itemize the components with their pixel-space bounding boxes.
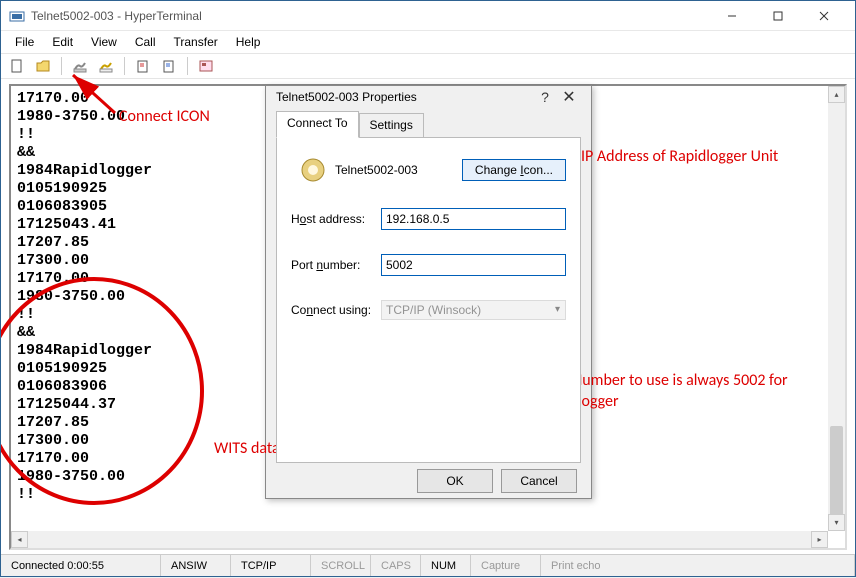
window-controls (709, 2, 847, 30)
maximize-button[interactable] (755, 2, 801, 30)
properties-icon[interactable] (196, 56, 216, 76)
app-icon (9, 8, 25, 24)
tab-connect-to[interactable]: Connect To (276, 111, 359, 138)
send-icon[interactable] (133, 56, 153, 76)
main-window: Telnet5002-003 - HyperTerminal File Edit… (0, 0, 856, 577)
menu-call[interactable]: Call (127, 33, 164, 51)
dialog-buttons: OK Cancel (266, 463, 591, 498)
tab-panel-connect-to: Telnet5002-003 Change Icon... Host addre… (276, 137, 581, 463)
status-emulation: ANSIW (161, 555, 231, 576)
status-scroll: SCROLL (311, 555, 371, 576)
connection-icon (291, 156, 335, 184)
status-printecho: Print echo (541, 555, 855, 576)
horizontal-scrollbar[interactable]: ◂ ▸ (11, 531, 828, 548)
ok-button[interactable]: OK (417, 469, 493, 493)
host-address-label: Host address: (291, 212, 381, 226)
dialog-tabs: Connect To Settings (276, 111, 581, 137)
menubar: File Edit View Call Transfer Help (1, 31, 855, 53)
status-num: NUM (421, 555, 471, 576)
new-icon[interactable] (7, 56, 27, 76)
dialog-title: Telnet5002-003 Properties (276, 90, 533, 104)
open-icon[interactable] (33, 56, 53, 76)
menu-transfer[interactable]: Transfer (166, 33, 226, 51)
toolbar-separator (124, 57, 125, 75)
status-connected: Connected 0:00:55 (1, 555, 161, 576)
port-number-input[interactable] (381, 254, 566, 276)
dialog-titlebar: Telnet5002-003 Properties ? ✕ (266, 86, 591, 107)
dialog-close-icon[interactable]: ✕ (557, 87, 581, 107)
change-icon-button[interactable]: Change Icon... (462, 159, 566, 181)
connect-using-label: Connect using: (291, 303, 381, 317)
scroll-down-icon[interactable]: ▾ (828, 514, 845, 531)
connect-using-select: TCP/IP (Winsock) (381, 300, 566, 320)
receive-icon[interactable] (159, 56, 179, 76)
cancel-button[interactable]: Cancel (501, 469, 577, 493)
statusbar: Connected 0:00:55 ANSIW TCP/IP SCROLL CA… (1, 554, 855, 576)
connect-icon[interactable] (70, 56, 90, 76)
host-address-input[interactable] (381, 208, 566, 230)
toolbar (1, 53, 855, 79)
status-protocol: TCP/IP (231, 555, 311, 576)
scroll-right-icon[interactable]: ▸ (811, 531, 828, 548)
toolbar-separator (187, 57, 188, 75)
disconnect-icon[interactable] (96, 56, 116, 76)
minimize-button[interactable] (709, 2, 755, 30)
titlebar: Telnet5002-003 - HyperTerminal (1, 1, 855, 31)
vertical-scrollbar[interactable]: ▴ ▾ (828, 86, 845, 531)
scroll-thumb[interactable] (830, 426, 843, 526)
window-title: Telnet5002-003 - HyperTerminal (31, 9, 709, 23)
menu-edit[interactable]: Edit (44, 33, 81, 51)
scroll-up-icon[interactable]: ▴ (828, 86, 845, 103)
menu-file[interactable]: File (7, 33, 42, 51)
menu-help[interactable]: Help (228, 33, 269, 51)
status-capture: Capture (471, 555, 541, 576)
dialog-help-icon[interactable]: ? (533, 89, 557, 105)
port-number-label: Port number: (291, 258, 381, 272)
close-button[interactable] (801, 2, 847, 30)
status-caps: CAPS (371, 555, 421, 576)
toolbar-separator (61, 57, 62, 75)
connection-name: Telnet5002-003 (335, 163, 462, 177)
tab-settings[interactable]: Settings (359, 113, 424, 137)
menu-view[interactable]: View (83, 33, 125, 51)
properties-dialog: Telnet5002-003 Properties ? ✕ Connect To… (265, 85, 592, 499)
scroll-left-icon[interactable]: ◂ (11, 531, 28, 548)
